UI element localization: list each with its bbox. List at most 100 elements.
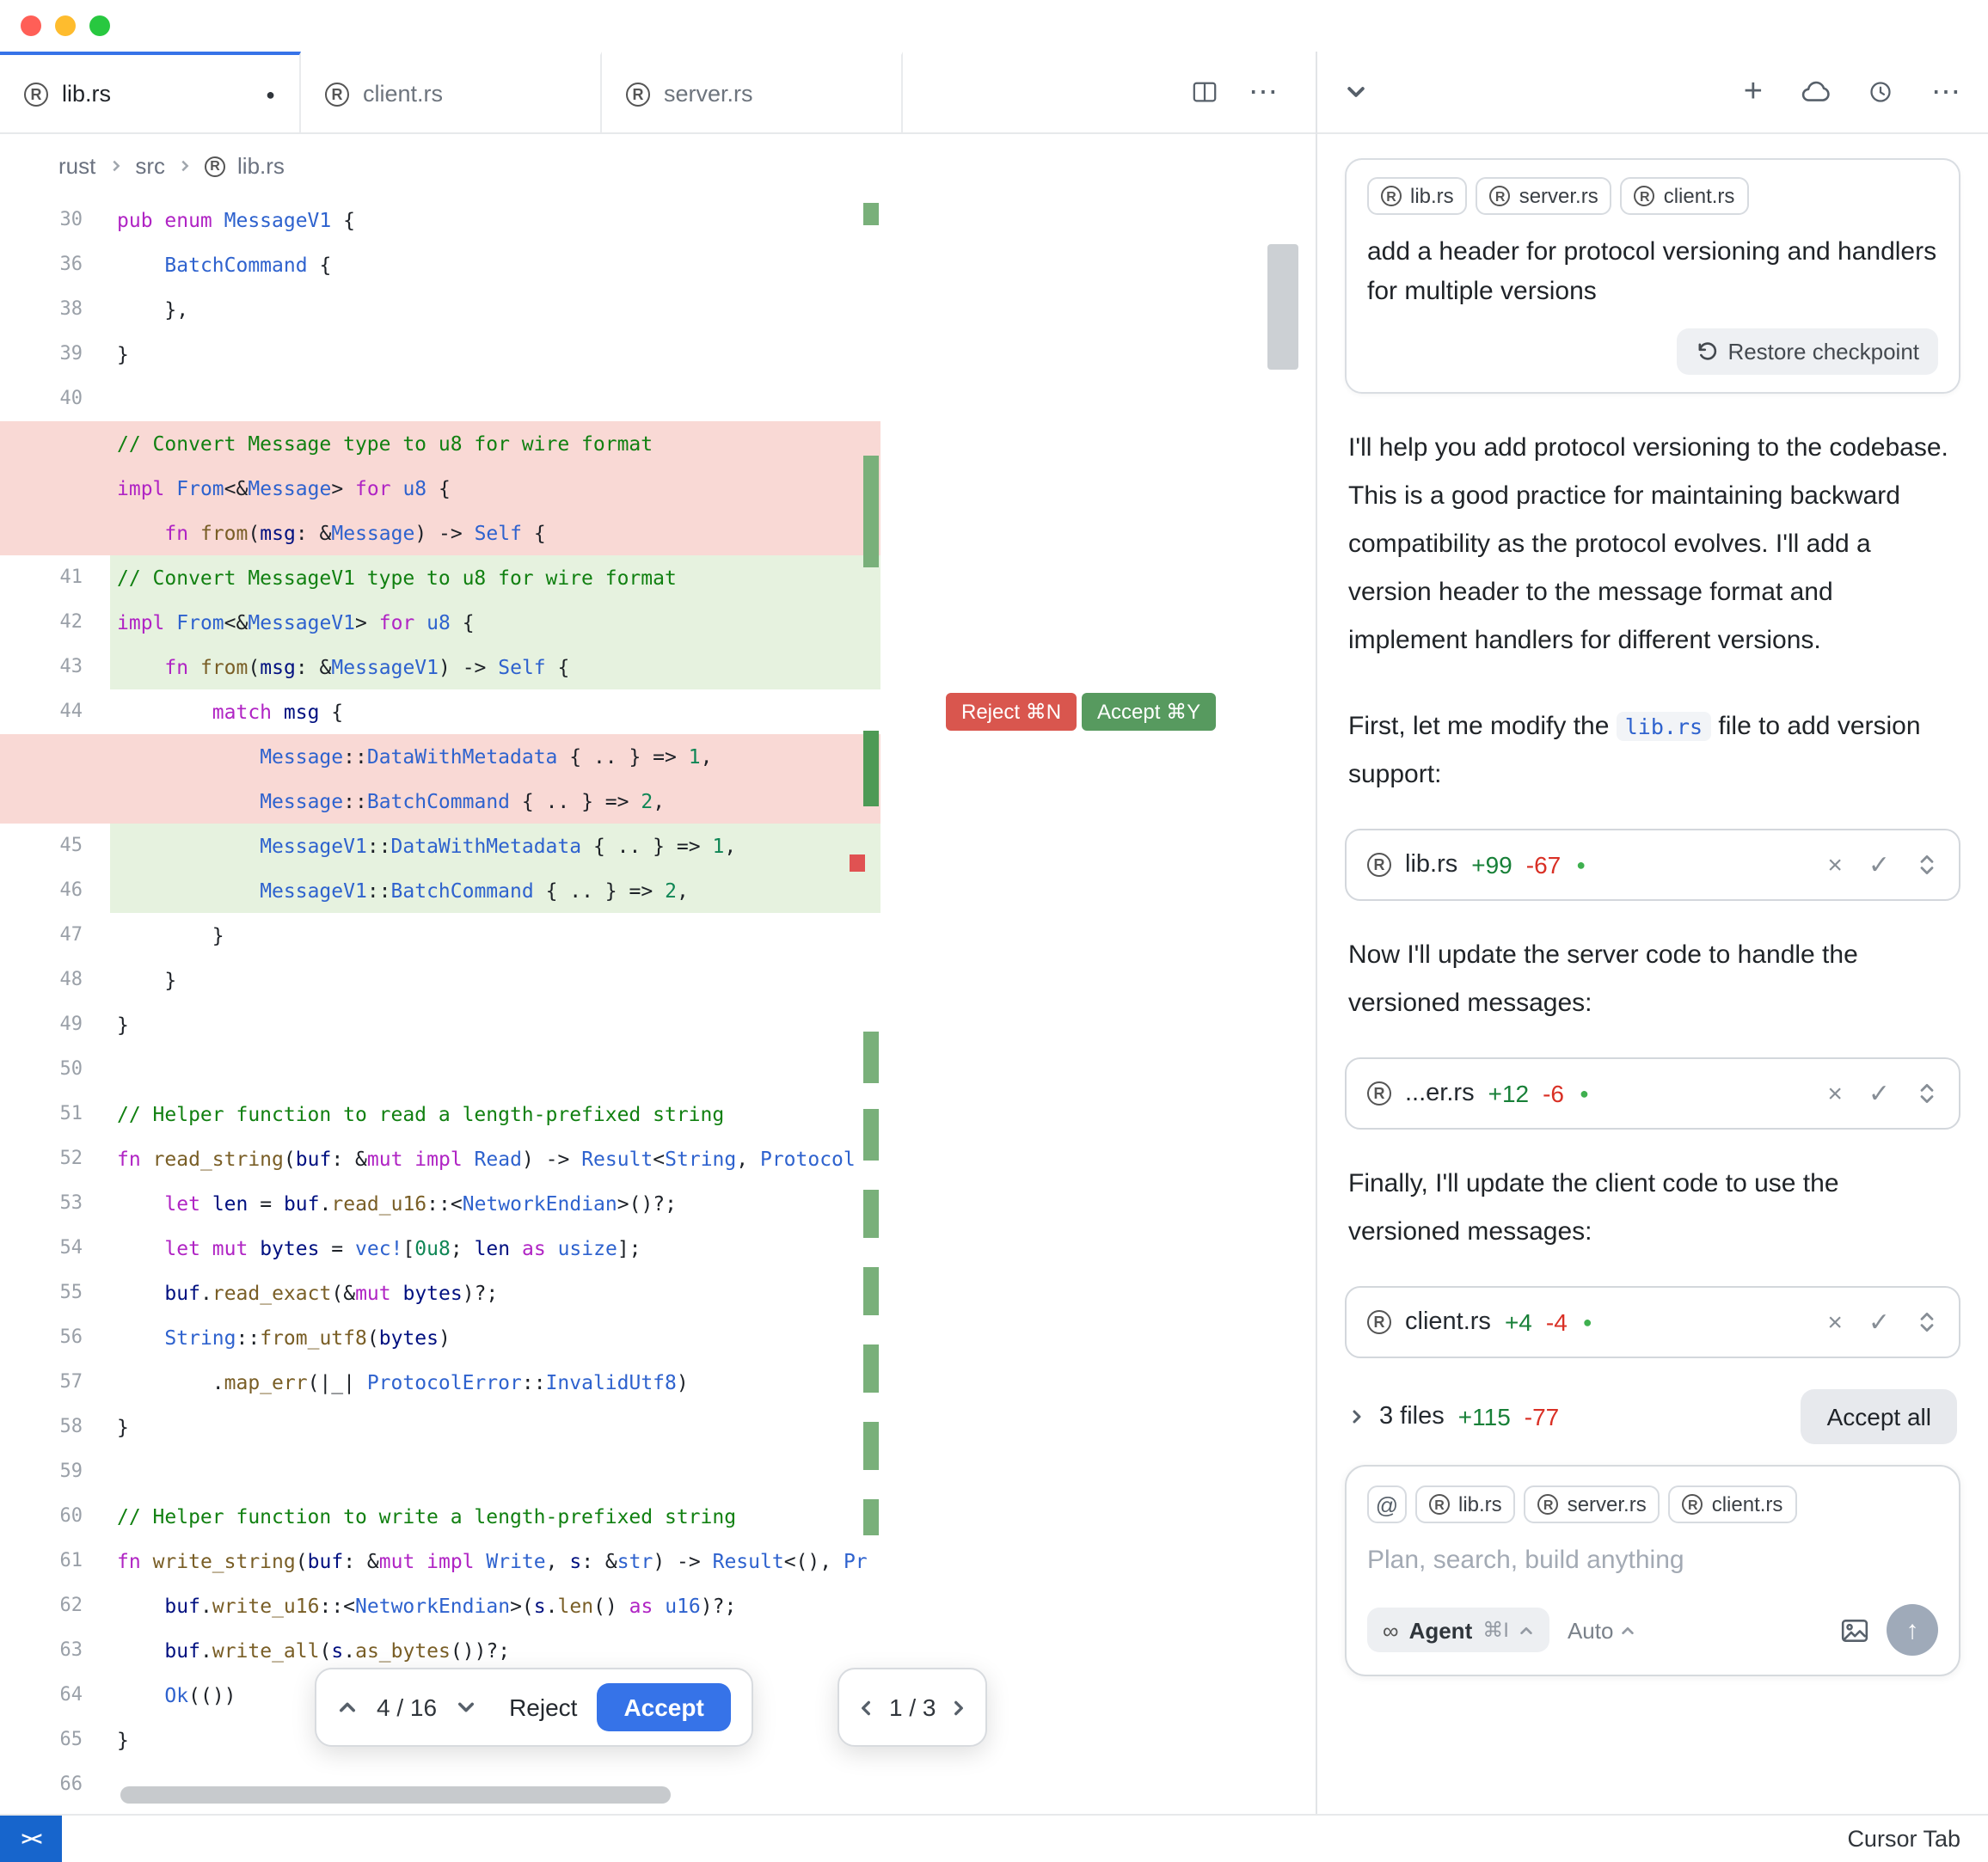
history-icon[interactable] xyxy=(1868,79,1893,105)
context-chip-client.rs[interactable]: Rclient.rs xyxy=(1669,1485,1797,1523)
expand-collapse-icon[interactable] xyxy=(1916,1310,1938,1334)
status-dot: ● xyxy=(1580,1085,1589,1102)
close-icon[interactable]: × xyxy=(1827,1081,1843,1106)
collapse-chat-icon[interactable] xyxy=(1345,81,1367,103)
code-line[interactable]: 40 xyxy=(0,377,1316,421)
code-line[interactable]: 59 xyxy=(0,1449,1316,1494)
agent-mode-selector[interactable]: ∞ Agent ⌘I xyxy=(1367,1608,1550,1652)
file-change-card-client[interactable]: Rclient.rs+4-4●×✓ xyxy=(1345,1286,1960,1358)
chip-label: server.rs xyxy=(1568,1492,1647,1516)
check-icon[interactable]: ✓ xyxy=(1868,852,1890,878)
context-chip-server.rs[interactable]: Rserver.rs xyxy=(1476,177,1612,215)
accept-button[interactable]: Accept xyxy=(596,1683,731,1731)
attach-image-icon[interactable] xyxy=(1840,1617,1869,1643)
add-context-button[interactable]: @ xyxy=(1367,1485,1407,1523)
chat-thread[interactable]: Rlib.rsRserver.rsRclient.rs add a header… xyxy=(1317,134,1988,1814)
next-file-button[interactable] xyxy=(950,1698,969,1717)
chat-more-icon[interactable]: ⋯ xyxy=(1931,75,1960,109)
code-line[interactable]: Message::DataWithMetadata { .. } => 1, xyxy=(0,734,1316,779)
prev-file-button[interactable] xyxy=(856,1698,875,1717)
context-chip-server.rs[interactable]: Rserver.rs xyxy=(1525,1485,1660,1523)
next-diff-button[interactable] xyxy=(456,1697,476,1718)
check-icon[interactable]: ✓ xyxy=(1868,1309,1890,1335)
code-editor[interactable]: 30pub enum MessageV1 {36 BatchCommand {3… xyxy=(0,198,1316,1807)
tab-server.rs[interactable]: Rserver.rs xyxy=(602,52,903,132)
code-line[interactable]: 55 buf.read_exact(&mut bytes)?; xyxy=(0,1271,1316,1315)
tab-client.rs[interactable]: Rclient.rs xyxy=(301,52,602,132)
code-line[interactable]: 30pub enum MessageV1 { xyxy=(0,198,1316,242)
status-dot: ● xyxy=(1583,1314,1592,1331)
code-line[interactable]: 50 xyxy=(0,1047,1316,1092)
editor-more-actions-icon[interactable]: ⋯ xyxy=(1249,75,1278,109)
code-line[interactable]: 58} xyxy=(0,1405,1316,1449)
cloud-icon[interactable] xyxy=(1801,79,1830,105)
code-line[interactable]: impl From<&Message> for u8 { xyxy=(0,466,1316,511)
rust-file-icon: R xyxy=(1367,1081,1391,1106)
breadcrumb-item-rust[interactable]: rust xyxy=(58,153,95,179)
tab-lib.rs[interactable]: Rlib.rs● xyxy=(0,52,301,132)
check-icon[interactable]: ✓ xyxy=(1868,1081,1890,1106)
zoom-window-button[interactable] xyxy=(89,15,110,36)
code-line[interactable]: // Convert Message type to u8 for wire f… xyxy=(0,421,1316,466)
code-line[interactable]: Message::BatchCommand { .. } => 2, xyxy=(0,779,1316,824)
code-line[interactable]: 57 .map_err(|_| ProtocolError::InvalidUt… xyxy=(0,1360,1316,1405)
code-line[interactable]: 47 } xyxy=(0,913,1316,958)
cursor-tab-status[interactable]: Cursor Tab xyxy=(1847,1826,1988,1852)
context-chip-lib.rs[interactable]: Rlib.rs xyxy=(1367,177,1468,215)
code-line[interactable]: 42impl From<&MessageV1> for u8 { xyxy=(0,600,1316,645)
expand-collapse-icon[interactable] xyxy=(1916,1081,1938,1106)
context-chip-lib.rs[interactable]: Rlib.rs xyxy=(1415,1485,1516,1523)
code-line[interactable]: 53 let len = buf.read_u16::<NetworkEndia… xyxy=(0,1181,1316,1226)
restore-checkpoint-button[interactable]: Restore checkpoint xyxy=(1676,328,1938,375)
code-line[interactable]: 39} xyxy=(0,332,1316,377)
assistant-message: I'll help you add protocol versioning to… xyxy=(1348,425,1957,665)
code-line[interactable]: 48 } xyxy=(0,958,1316,1002)
file-change-card-server[interactable]: R...er.rs+12-6●×✓ xyxy=(1345,1057,1960,1130)
code-line[interactable]: 61fn write_string(buf: &mut impl Write, … xyxy=(0,1539,1316,1583)
model-selector[interactable]: Auto xyxy=(1568,1617,1636,1643)
vertical-scrollbar-thumb[interactable] xyxy=(1267,244,1298,370)
breadcrumb-item-file[interactable]: lib.rs xyxy=(237,153,285,179)
code-line[interactable]: 38 }, xyxy=(0,287,1316,332)
code-line[interactable]: 45 MessageV1::DataWithMetadata { .. } =>… xyxy=(0,824,1316,868)
horizontal-scrollbar-thumb[interactable] xyxy=(120,1786,671,1804)
code-line[interactable]: 36 BatchCommand { xyxy=(0,242,1316,287)
expand-collapse-icon[interactable] xyxy=(1916,853,1938,877)
inline-accept-button[interactable]: Accept ⌘Y xyxy=(1082,693,1216,731)
close-icon[interactable]: × xyxy=(1827,1309,1843,1335)
code-line[interactable]: 41// Convert MessageV1 type to u8 for wi… xyxy=(0,555,1316,600)
accept-all-button[interactable]: Accept all xyxy=(1801,1389,1957,1444)
code-line[interactable]: 44 match msg {Reject ⌘NAccept ⌘Y xyxy=(0,689,1316,734)
close-window-button[interactable] xyxy=(21,15,41,36)
code-line[interactable]: 62 buf.write_u16::<NetworkEndian>(s.len(… xyxy=(0,1583,1316,1628)
split-editor-icon[interactable] xyxy=(1192,79,1218,105)
code-text: // Helper function to write a length-pre… xyxy=(103,1494,736,1539)
new-chat-button[interactable]: + xyxy=(1744,76,1763,108)
remote-indicator[interactable]: >< xyxy=(0,1816,62,1862)
code-line[interactable]: 60// Helper function to write a length-p… xyxy=(0,1494,1316,1539)
send-button[interactable]: ↑ xyxy=(1887,1604,1938,1656)
code-line[interactable]: 46 MessageV1::BatchCommand { .. } => 2, xyxy=(0,868,1316,913)
code-text: } xyxy=(103,1002,129,1047)
files-expand-chevron-icon[interactable] xyxy=(1348,1408,1365,1425)
code-line[interactable]: 52fn read_string(buf: &mut impl Read) ->… xyxy=(0,1136,1316,1181)
context-chip-client.rs[interactable]: Rclient.rs xyxy=(1621,177,1749,215)
line-number: 56 xyxy=(0,1315,103,1360)
code-line[interactable]: 49} xyxy=(0,1002,1316,1047)
minimize-window-button[interactable] xyxy=(55,15,76,36)
code-line[interactable]: fn from(msg: &Message) -> Self { xyxy=(0,511,1316,555)
code-line[interactable]: 43 fn from(msg: &MessageV1) -> Self { xyxy=(0,645,1316,689)
diff-overview-mark xyxy=(863,1267,879,1315)
prev-diff-button[interactable] xyxy=(337,1697,358,1718)
breadcrumb-item-src[interactable]: src xyxy=(135,153,165,179)
file-change-card-lib[interactable]: Rlib.rs+99-67●×✓ xyxy=(1345,829,1960,901)
code-line[interactable]: 54 let mut bytes = vec![0u8; len as usiz… xyxy=(0,1226,1316,1271)
reject-button[interactable]: Reject xyxy=(509,1694,577,1721)
code-line[interactable]: 56 String::from_utf8(bytes) xyxy=(0,1315,1316,1360)
code-line[interactable]: 63 buf.write_all(s.as_bytes())?; xyxy=(0,1628,1316,1673)
chat-input[interactable]: Plan, search, build anything xyxy=(1367,1546,1938,1575)
close-icon[interactable]: × xyxy=(1827,852,1843,878)
code-line[interactable]: 51// Helper function to read a length-pr… xyxy=(0,1092,1316,1136)
inline-reject-button[interactable]: Reject ⌘N xyxy=(946,693,1077,731)
breadcrumb[interactable]: rust src R lib.rs xyxy=(0,134,1316,198)
